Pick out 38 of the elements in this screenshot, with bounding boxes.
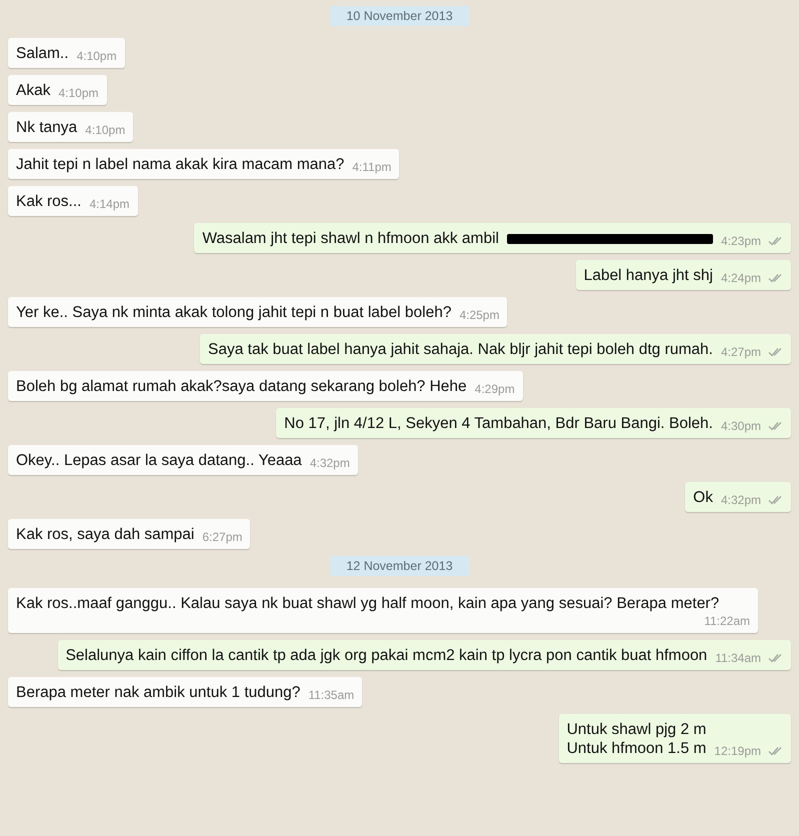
- message-text: Kak ros, saya dah sampai: [16, 525, 194, 545]
- date-label: 10 November 2013: [330, 6, 469, 26]
- message-text: Selalunya kain ciffon la cantik tp ada jgk org pakai mcm2 kain tp lycra pon cantik buat hfmoon: [66, 646, 708, 666]
- message-text: Label hanya jht shj: [584, 266, 713, 286]
- message-text: Salam..: [16, 44, 69, 64]
- message-text: Untuk shawl pjg 2 m Untuk hfmoon 1.5 m: [566, 720, 706, 759]
- timestamp: 4:10pm: [76, 49, 117, 63]
- timestamp: 4:32pm: [310, 456, 350, 470]
- message-text: Boleh bg alamat rumah akak?saya datang sekarang boleh? Hehe: [16, 377, 467, 397]
- message-text: Ok: [693, 488, 713, 508]
- date-label: 12 November 2013: [330, 556, 469, 576]
- timestamp: 12:19pm: [714, 744, 761, 758]
- message-text: Okey.. Lepas asar la saya datang.. Yeaaa: [16, 451, 302, 471]
- timestamp: 6:27pm: [202, 530, 242, 544]
- message-text: Kak ros...: [16, 192, 82, 212]
- timestamp: 11:22am: [704, 614, 750, 628]
- message-text: Wasalam jht tepi shawl n hfmoon akk ambil: [202, 229, 499, 249]
- message-text: Saya tak buat label hanya jahit sahaja. Nak bljr jahit tepi boleh dtg rumah.: [208, 340, 713, 360]
- timestamp: 4:14pm: [89, 197, 130, 211]
- timestamp: 4:24pm: [720, 271, 761, 285]
- timestamp: 4:29pm: [474, 382, 515, 396]
- message-text: Nk tanya: [16, 118, 78, 138]
- timestamp: 4:30pm: [720, 419, 761, 433]
- message-text: Kak ros..maaf ganggu.. Kalau saya nk buat shawl yg half moon, kain apa yang sesuai? Berapa meter?: [16, 594, 720, 614]
- message-text: No 17, jln 4/12 L, Sekyen 4 Tambahan, Bdr Baru Bangi. Boleh.: [284, 414, 713, 434]
- timestamp: 4:10pm: [85, 123, 126, 137]
- timestamp: 4:11pm: [352, 160, 392, 174]
- timestamp: 11:34am: [715, 651, 761, 665]
- timestamp: 4:23pm: [720, 234, 761, 248]
- message-text: Yer ke.. Saya nk minta akak tolong jahit tepi n buat label boleh?: [16, 303, 452, 323]
- message-text: Jahit tepi n label nama akak kira macam mana?: [16, 155, 344, 175]
- timestamp: 4:32pm: [720, 493, 761, 507]
- timestamp: 4:25pm: [459, 308, 500, 322]
- timestamp: 4:27pm: [720, 345, 761, 359]
- timestamp: 11:35am: [308, 688, 354, 702]
- timestamp: 4:10pm: [58, 86, 98, 100]
- message-text: Akak: [16, 81, 50, 101]
- message-text: Berapa meter nak ambik untuk 1 tudung?: [16, 683, 300, 703]
